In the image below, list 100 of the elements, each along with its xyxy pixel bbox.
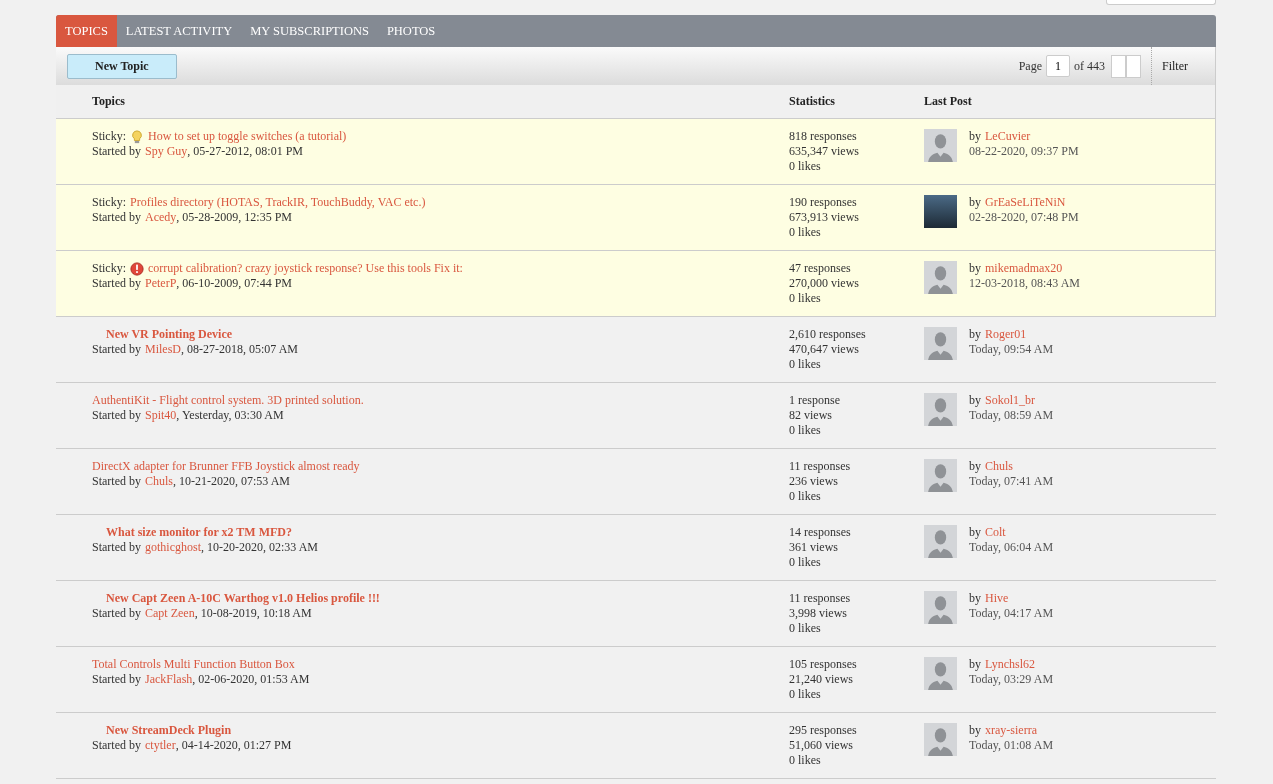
topic-title-link[interactable]: DirectX adapter for Brunner FFB Joystick almost ready (92, 459, 360, 474)
tab[interactable]: PHOTOS (377, 15, 445, 47)
last-post-date: Today, 01:08 AM (969, 738, 1054, 753)
last-poster-link[interactable]: GrEaSeLiTeNiN (985, 195, 1066, 210)
topic-title-link[interactable]: What size monitor for x2 TM MFD? (92, 525, 292, 540)
view-count: 361 views (789, 540, 839, 555)
last-post-date: Today, 06:04 AM (969, 540, 1054, 555)
by-label: by (969, 129, 981, 144)
next-page-button[interactable] (1126, 54, 1141, 78)
by-label: by (969, 525, 981, 540)
start-date: , 08-27-2018, 05:07 AM (181, 342, 298, 357)
response-count: 47 responses (789, 261, 852, 276)
author-link[interactable]: Chuls (145, 474, 173, 489)
author-link[interactable]: Capt Zeen (145, 606, 195, 621)
start-date: , Yesterday, 03:30 AM (176, 408, 284, 423)
view-count: 51,060 views (789, 738, 854, 753)
topic-title-link[interactable]: Total Controls Multi Function Button Box (92, 657, 295, 672)
author-link[interactable]: Acedy (145, 210, 177, 225)
started-by-label: Started by (92, 738, 141, 753)
view-count: 3,998 views (789, 606, 848, 621)
view-count: 236 views (789, 474, 839, 489)
started-by-label: Started by (92, 342, 141, 357)
started-by-label: Started by (92, 606, 141, 621)
topic-title-link[interactable]: AuthentiKit - Flight control system. 3D printed solution. (92, 393, 364, 408)
topic-title-link[interactable]: Profiles directory (HOTAS, TrackIR, TouchBuddy, VAC etc.) (130, 195, 426, 210)
last-post-date: 02-28-2020, 07:48 PM (969, 210, 1079, 225)
by-label: by (969, 657, 981, 672)
last-poster-link[interactable]: Sokol1_br (985, 393, 1035, 408)
start-date: , 10-21-2020, 07:53 AM (173, 474, 290, 489)
page-input[interactable]: 1 (1046, 55, 1070, 77)
by-label: by (969, 723, 981, 738)
column-header: Last Post (924, 94, 973, 109)
started-by-label: Started by (92, 672, 141, 687)
topic-title-link[interactable]: corrupt calibration? crazy joystick response? Use this tools Fix it: (148, 261, 463, 276)
last-post-date: Today, 09:54 AM (969, 342, 1054, 357)
page-total: of 443 (1074, 58, 1105, 74)
view-count: 470,647 views (789, 342, 860, 357)
last-poster-link[interactable]: LeCuvier (985, 129, 1031, 144)
last-post-date: Today, 07:41 AM (969, 474, 1054, 489)
last-poster-link[interactable]: xray-sierra (985, 723, 1037, 738)
last-poster-link[interactable]: Colt (985, 525, 1006, 540)
search-field[interactable] (1106, 0, 1216, 5)
sticky-label: Sticky: (92, 261, 126, 276)
like-count: 0 likes (789, 159, 822, 174)
like-count: 0 likes (789, 687, 822, 702)
last-poster-link[interactable]: mikemadmax20 (985, 261, 1063, 276)
page-label: Page (1018, 58, 1042, 74)
tab[interactable]: TOPICS (56, 15, 117, 47)
last-post-date: Today, 08:59 AM (969, 408, 1054, 423)
last-poster-link[interactable]: Hive (985, 591, 1009, 606)
like-count: 0 likes (789, 291, 822, 306)
started-by-label: Started by (92, 210, 141, 225)
response-count: 1 response (789, 393, 841, 408)
author-link[interactable]: Spy Guy (145, 144, 188, 159)
by-label: by (969, 459, 981, 474)
by-label: by (969, 261, 981, 276)
like-count: 0 likes (789, 489, 822, 504)
last-post-date: 12-03-2018, 08:43 AM (969, 276, 1080, 291)
view-count: 21,240 views (789, 672, 854, 687)
author-link[interactable]: PeterP (145, 276, 177, 291)
author-link[interactable]: MilesD (145, 342, 181, 357)
started-by-label: Started by (92, 408, 141, 423)
tab[interactable]: MY SUBSCRIPTIONS (241, 15, 378, 47)
sticky-label: Sticky: (92, 195, 126, 210)
response-count: 105 responses (789, 657, 858, 672)
column-header: Statistics (789, 94, 836, 109)
by-label: by (969, 393, 981, 408)
response-count: 818 responses (789, 129, 858, 144)
last-post-date: Today, 03:29 AM (969, 672, 1054, 687)
last-post-date: 08-22-2020, 09:37 PM (969, 144, 1079, 159)
last-poster-link[interactable]: Roger01 (985, 327, 1027, 342)
author-link[interactable]: ctytler (145, 738, 176, 753)
topic-title-link[interactable]: New Capt Zeen A-10C Warthog v1.0 Helios profile !!! (92, 591, 380, 606)
previous-page-button[interactable] (1111, 54, 1126, 78)
view-count: 270,000 views (789, 276, 860, 291)
response-count: 2,610 responses (789, 327, 867, 342)
view-count: 673,913 views (789, 210, 860, 225)
new-topic-button[interactable]: New Topic (67, 53, 177, 79)
start-date: , 05-27-2012, 08:01 PM (187, 144, 303, 159)
like-count: 0 likes (789, 225, 822, 240)
started-by-label: Started by (92, 276, 141, 291)
response-count: 295 responses (789, 723, 858, 738)
started-by-label: Started by (92, 540, 141, 555)
tab[interactable]: LATEST ACTIVITY (116, 15, 242, 47)
last-poster-link[interactable]: Chuls (985, 459, 1013, 474)
start-date: , 10-08-2019, 10:18 AM (194, 606, 312, 621)
topic-title-link[interactable]: New StreamDeck Plugin (92, 723, 232, 738)
response-count: 11 responses (789, 591, 852, 606)
topic-title-link[interactable]: New VR Pointing Device (92, 327, 233, 342)
sticky-label: Sticky: (92, 129, 126, 144)
last-poster-link[interactable]: Lynchsl62 (985, 657, 1035, 672)
response-count: 190 responses (789, 195, 858, 210)
topic-title-link[interactable]: How to set up toggle switches (a tutorial) (148, 129, 347, 144)
like-count: 0 likes (789, 753, 822, 768)
started-by-label: Started by (92, 144, 141, 159)
response-count: 14 responses (789, 525, 852, 540)
by-label: by (969, 195, 981, 210)
like-count: 0 likes (789, 423, 822, 438)
author-link[interactable]: gothicghost (145, 540, 201, 555)
like-count: 0 likes (789, 621, 822, 636)
